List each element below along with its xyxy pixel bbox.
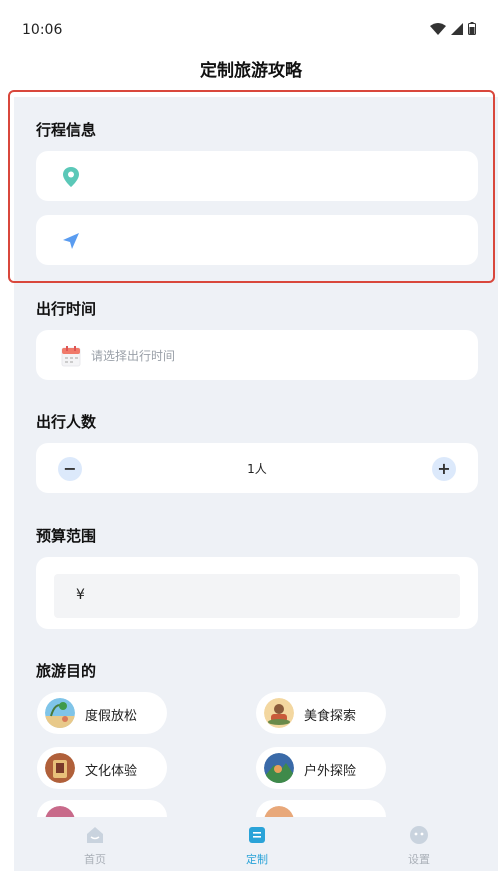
tab-label: 首页 (84, 853, 106, 866)
calendar-icon (61, 346, 81, 367)
beach-avatar-icon (45, 698, 75, 728)
travel-time-field[interactable]: 请选择出行时间 (36, 330, 478, 380)
increase-button[interactable]: + (432, 457, 456, 481)
food-avatar-icon (264, 698, 294, 728)
decrease-button[interactable]: − (58, 457, 82, 481)
status-icons (430, 22, 476, 35)
purpose-chip-partial[interactable] (37, 800, 167, 817)
tab-label: 定制 (246, 853, 268, 866)
battery-icon (468, 22, 476, 35)
settings-icon (410, 826, 428, 844)
travel-time-title: 出行时间 (36, 300, 97, 318)
purpose-title: 旅游目的 (36, 662, 97, 680)
tab-home[interactable]: 首页 (55, 825, 135, 867)
partial-avatar-icon (45, 806, 75, 817)
purpose-chip-partial[interactable] (256, 800, 386, 817)
purpose-chip-adventure[interactable]: 户外探险 (256, 747, 386, 789)
wifi-icon (430, 22, 446, 35)
purpose-chip-vacation[interactable]: 度假放松 (37, 692, 167, 734)
culture-avatar-icon (45, 753, 75, 783)
tab-settings[interactable]: 设置 (379, 825, 459, 867)
purpose-label: 美食探索 (304, 709, 357, 724)
navigation-arrow-icon (63, 233, 79, 249)
adventure-avatar-icon (264, 753, 294, 783)
purpose-label: 户外探险 (304, 764, 357, 779)
tab-label: 设置 (408, 853, 430, 866)
customize-icon (249, 827, 265, 843)
travelers-value: 1人 (247, 462, 267, 476)
partial-avatar-icon (264, 806, 294, 817)
page-title: 定制旅游攻略 (200, 61, 302, 81)
purpose-label: 文化体验 (85, 764, 138, 779)
home-icon (87, 827, 103, 843)
itinerary-title: 行程信息 (36, 121, 97, 139)
destination-field[interactable] (36, 215, 478, 265)
budget-card: ¥ (36, 557, 478, 629)
currency-symbol: ¥ (76, 587, 85, 603)
travel-time-placeholder: 请选择出行时间 (91, 349, 176, 363)
budget-title: 预算范围 (36, 527, 97, 545)
tab-bar: 首页 定制 设置 (14, 817, 498, 871)
tab-customize[interactable]: 定制 (217, 825, 297, 867)
signal-icon (451, 22, 463, 35)
purpose-chip-food[interactable]: 美食探索 (256, 692, 386, 734)
departure-field[interactable] (36, 151, 478, 201)
travelers-title: 出行人数 (36, 413, 97, 431)
purpose-chip-culture[interactable]: 文化体验 (37, 747, 167, 789)
travelers-stepper: 1人 − + (36, 443, 478, 493)
purpose-label: 度假放松 (85, 709, 138, 724)
budget-input[interactable]: ¥ (54, 574, 460, 618)
status-bar: 10:06 (0, 0, 502, 60)
location-pin-icon (63, 167, 79, 187)
status-time: 10:06 (22, 22, 63, 38)
